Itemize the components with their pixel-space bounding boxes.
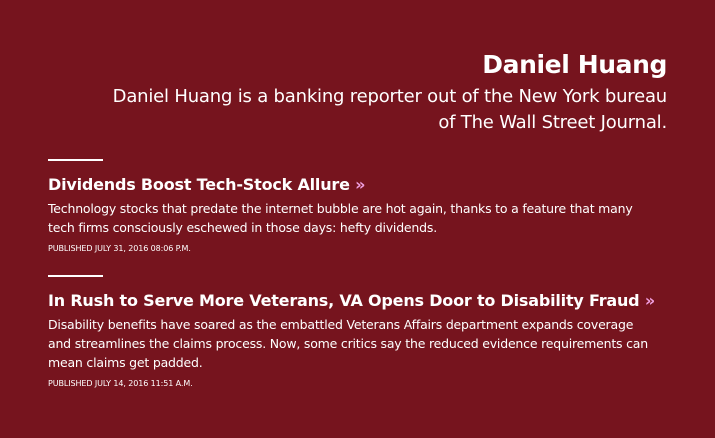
article-headline-text: Dividends Boost Tech-Stock Allure <box>48 175 350 194</box>
author-header: Daniel Huang Daniel Huang is a banking r… <box>107 50 668 136</box>
article-published-date: PUBLISHED JULY 31, 2016 08:06 P.M. <box>48 244 191 253</box>
author-name: Daniel Huang <box>482 50 667 79</box>
article-published-date: PUBLISHED JULY 14, 2016 11:51 A.M. <box>48 379 193 388</box>
double-chevron-right-icon: » <box>355 175 366 194</box>
article-headline-link[interactable]: In Rush to Serve More Veterans, VA Opens… <box>48 290 678 312</box>
article-headline-text: In Rush to Serve More Veterans, VA Opens… <box>48 291 640 310</box>
article-divider <box>48 275 103 277</box>
article-headline-link[interactable]: Dividends Boost Tech-Stock Allure » <box>48 174 678 196</box>
article-item: Dividends Boost Tech-Stock Allure » Tech… <box>48 159 678 255</box>
double-chevron-right-icon: » <box>644 291 655 310</box>
article-divider <box>48 159 103 161</box>
author-bio: Daniel Huang is a banking reporter out o… <box>112 86 668 133</box>
article-summary: Technology stocks that predate the inter… <box>48 201 633 235</box>
article-item: In Rush to Serve More Veterans, VA Opens… <box>48 275 678 390</box>
article-summary: Disability benefits have soared as the e… <box>48 317 648 370</box>
article-list: Dividends Boost Tech-Stock Allure » Tech… <box>48 159 678 410</box>
